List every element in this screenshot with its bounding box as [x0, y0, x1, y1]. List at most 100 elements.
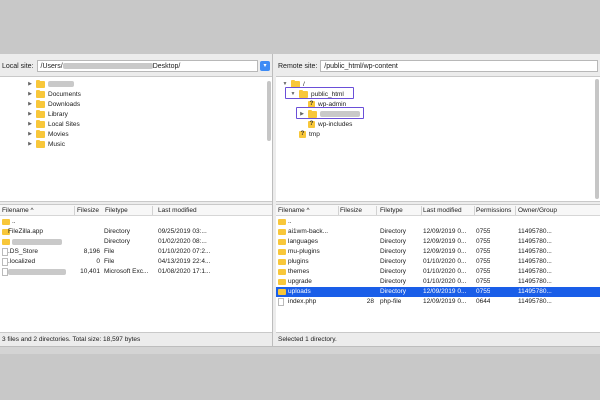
table-row[interactable]: .. [0, 217, 272, 227]
col-last-modified[interactable]: Last modified [423, 207, 462, 214]
tree-item-tmp[interactable]: ? tmp [299, 129, 320, 139]
table-row[interactable]: upgrade Directory 01/10/2020 0... 0755 11495… [276, 277, 600, 287]
cell-owner: 11495780... [518, 228, 552, 235]
unknown-folder-icon: ? [308, 120, 315, 128]
cell-modified: 01/10/2020 0... [423, 278, 467, 285]
tree-item-library[interactable]: ▶ Library [27, 109, 68, 119]
window-bottom-edge [0, 346, 600, 354]
col-owner-group[interactable]: Owner/Group [518, 207, 557, 214]
table-row[interactable]: 10,401 Microsoft Exc... 01/08/2020 17:1.… [0, 267, 272, 277]
tree-item-label: Library [48, 110, 68, 118]
col-filesize[interactable]: Filesize [77, 207, 99, 214]
sort-arrow-icon: ^ [306, 207, 310, 214]
local-site-bar: Local site: /Users/Desktop/ ▾ [0, 59, 272, 73]
folder-icon [36, 119, 45, 128]
cell-modified: 01/10/2020 0... [423, 268, 467, 275]
folder-icon [278, 258, 286, 265]
local-site-dropdown-button[interactable]: ▾ [260, 61, 270, 71]
cell-name: mu-plugins [288, 248, 320, 255]
redacted-folder-name [12, 239, 62, 245]
cell-perms: 0755 [476, 288, 491, 295]
expand-triangle-icon[interactable]: ▶ [27, 81, 33, 87]
table-row[interactable]: .DS_Store 8,196 File 01/10/2020 07:2... [0, 247, 272, 257]
expand-triangle-icon[interactable]: ▶ [27, 91, 33, 97]
cell-perms: 0755 [476, 238, 491, 245]
cell-modified: 12/09/2019 0... [423, 288, 467, 295]
table-row[interactable]: index.php 28 php-file 12/09/2019 0... 0644 11… [276, 297, 600, 307]
folder-icon [36, 139, 45, 148]
redacted-file-name [8, 269, 66, 275]
col-filename[interactable]: Filename ^ [2, 207, 34, 214]
redacted-folder-name [48, 81, 74, 87]
remote-tree-scrollbar[interactable] [595, 79, 599, 199]
tree-item-documents[interactable]: ▶ Documents [27, 89, 81, 99]
tree-item-downloads[interactable]: ▶ Downloads [27, 99, 80, 109]
cell-modified: 12/09/2019 0... [423, 228, 467, 235]
cell-owner: 11495780... [518, 238, 552, 245]
local-tree-scrollbar[interactable] [267, 81, 271, 141]
tree-item-label: Movies [48, 130, 69, 138]
local-pane: Local site: /Users/Desktop/ ▾ ▶ ▶ Docume… [0, 54, 273, 346]
sort-arrow-icon: ^ [30, 207, 34, 214]
table-row[interactable]: uploads Directory 12/09/2019 0... 0755 11495… [276, 287, 600, 297]
cell-name: .. [288, 218, 292, 225]
tree-item-wp-includes[interactable]: ? wp-includes [308, 119, 352, 129]
highlight-box-public-html [285, 87, 354, 99]
col-filetype[interactable]: Filetype [105, 207, 128, 214]
tree-item-redacted[interactable]: ▶ [27, 79, 74, 89]
folder-icon [36, 99, 45, 108]
expand-triangle-icon[interactable]: ▶ [27, 101, 33, 107]
cell-name: plugins [288, 258, 309, 265]
local-file-list: Filename ^ Filesize Filetype Last modifi… [0, 204, 272, 332]
table-row[interactable]: ai1wm-back... Directory 12/09/2019 0... 075… [276, 227, 600, 237]
expand-triangle-icon[interactable]: ▶ [27, 121, 33, 127]
redacted-username [62, 63, 153, 70]
local-status-bar: 3 files and 2 directories. Total size: 1… [0, 332, 272, 346]
folder-icon [278, 288, 286, 295]
table-row[interactable]: .localized 0 File 04/13/2019 22:4... [0, 257, 272, 267]
tree-item-label: Local Sites [48, 120, 80, 128]
cell-type: Directory [380, 258, 407, 265]
cell-modified: 01/10/2020 0... [423, 258, 467, 265]
folder-icon [278, 238, 286, 245]
folder-icon [278, 218, 286, 225]
table-row[interactable]: themes Directory 01/10/2020 0... 0755 114957… [276, 267, 600, 277]
tree-item-label: Downloads [48, 100, 81, 108]
cell-owner: 11495780... [518, 278, 552, 285]
tree-item-movies[interactable]: ▶ Movies [27, 129, 69, 139]
col-permissions[interactable]: Permissions [476, 207, 511, 214]
table-row[interactable]: FileZilla.app Directory 09/25/2019 03:..… [0, 227, 272, 237]
expand-triangle-icon[interactable]: ▶ [27, 131, 33, 137]
cell-type: php-file [380, 298, 402, 305]
cell-perms: 0755 [476, 258, 491, 265]
table-row[interactable]: .. [276, 217, 600, 227]
folder-icon [36, 129, 45, 138]
col-filename[interactable]: Filename ^ [278, 207, 310, 214]
col-filetype[interactable]: Filetype [380, 207, 403, 214]
local-directory-tree: ▶ ▶ Documents ▶ Downloads ▶ Library ▶ Lo… [0, 76, 272, 202]
col-filesize[interactable]: Filesize [340, 207, 362, 214]
cell-name: themes [288, 268, 310, 275]
highlight-box-wp-content [296, 107, 364, 119]
local-site-label: Local site: [2, 62, 34, 70]
tree-item-music[interactable]: ▶ Music [27, 139, 65, 149]
table-row[interactable]: plugins Directory 01/10/2020 0... 0755 11495… [276, 257, 600, 267]
table-row[interactable]: Directory 01/02/2020 08:... [0, 237, 272, 247]
remote-site-bar: Remote site: /public_html/wp-content [276, 59, 600, 73]
table-row[interactable]: languages Directory 12/09/2019 0... 0755 114… [276, 237, 600, 247]
expand-triangle-icon[interactable]: ▶ [27, 111, 33, 117]
remote-site-label: Remote site: [278, 62, 318, 70]
file-icon [278, 298, 284, 306]
col-last-modified[interactable]: Last modified [158, 207, 197, 214]
cell-name: upgrade [288, 278, 312, 285]
local-path-suffix: Desktop/ [152, 63, 181, 70]
expand-triangle-icon[interactable]: ▶ [27, 141, 33, 147]
table-row[interactable]: mu-plugins Directory 12/09/2019 0... 0755 11… [276, 247, 600, 257]
cell-type: Directory [380, 248, 407, 255]
folder-icon [36, 109, 45, 118]
remote-site-path-input[interactable]: /public_html/wp-content [320, 60, 598, 72]
tree-item-local-sites[interactable]: ▶ Local Sites [27, 119, 80, 129]
local-site-path-input[interactable]: /Users/Desktop/ [36, 60, 258, 72]
cell-owner: 11495780... [518, 288, 552, 295]
folder-icon [278, 268, 286, 275]
